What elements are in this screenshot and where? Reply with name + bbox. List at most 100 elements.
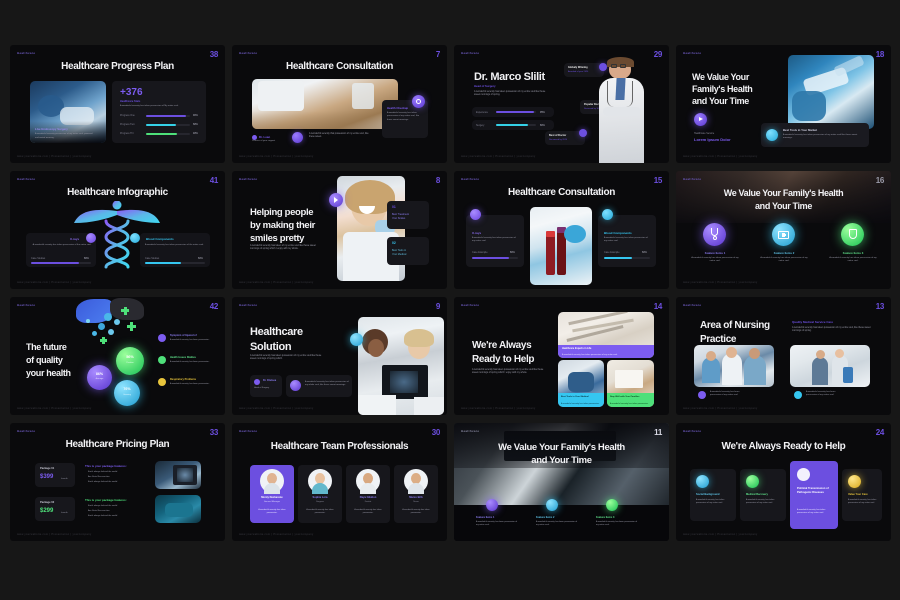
slide-footer: www.yourwebsite.com | Presentation | you… <box>683 533 758 536</box>
slide-thumbnail-2[interactable]: Healthcare 7 Healthcare Consultation Hea… <box>232 45 447 163</box>
instruments-photo-card: Healthcare Experts in Life A wonderful s… <box>558 312 654 358</box>
stat-body: A wonderful serenity has taken possessio… <box>120 105 179 107</box>
couple-photo <box>790 345 870 387</box>
team-member-card[interactable]: Raya Odalion Dentist A wonderful serenit… <box>346 465 390 523</box>
feature-body: A wonderful serenity has taken possessio… <box>691 257 739 263</box>
help-card-featured[interactable]: Political Transmission of Pathogenic Dis… <box>790 461 838 529</box>
stethoscope-icon <box>703 223 726 246</box>
team-member-card[interactable]: Sophie Lora Surgeon A wonderful serenity… <box>298 465 342 523</box>
slide-thumbnail-4[interactable]: Healthcare 18 We Value Your Family's Hea… <box>676 45 891 163</box>
card-title: Best Tools in Your Medical <box>561 396 589 398</box>
bar-pct: 48% <box>193 132 198 135</box>
help-card[interactable]: Value Your Care A wonderful serenity has… <box>842 469 882 521</box>
card-title: Value Your Care <box>848 493 868 496</box>
feature-item: Are Stats Recourcities <box>88 510 110 512</box>
left-node-icon <box>86 233 96 243</box>
bar-label: Case Example <box>604 251 620 254</box>
badge-title: Globaly Winning <box>568 66 588 69</box>
stat-value: Lorem Ipsum Dolor <box>694 137 731 142</box>
slide-footer: www.yourwebsite.com | Presentation | you… <box>683 407 758 410</box>
caption-text: A wonderful serenity has been possession… <box>806 391 836 397</box>
nurses-photo <box>694 345 774 387</box>
slide-thumbnail-14[interactable]: Healthcare 30 Healthcare Team Profession… <box>232 423 447 541</box>
member-name: Marco Brib <box>409 496 423 499</box>
slide-thumbnail-9[interactable]: Healthcare 42 The future of quality your… <box>10 297 225 415</box>
slide-thumbnail-11[interactable]: Healthcare 14 We're Always Ready to Help… <box>454 297 669 415</box>
brand-tag: Healthcare <box>17 177 36 181</box>
brand-tag: Healthcare <box>461 177 480 181</box>
team-member-card[interactable]: Monty Declareste General Manager A wonde… <box>250 465 294 523</box>
legend-body: A wonderful serenity has been possession… <box>170 383 210 385</box>
avatar <box>308 469 332 494</box>
help-card[interactable]: Medical Recovery A wonderful serenity ha… <box>740 469 786 521</box>
caption-text: A wonderful serenity has been possession… <box>710 391 740 397</box>
slide-footer: www.yourwebsite.com | Presentation | you… <box>683 281 758 284</box>
page-title: We Value Your Family's Health and Your T… <box>498 442 625 467</box>
page-title: The future of quality your health <box>26 342 71 379</box>
legend-body: A wonderful serenity has been possession… <box>170 361 210 363</box>
right-node-icon <box>130 233 140 243</box>
blood-card: Blood Components A wonderful serenity ha… <box>140 233 210 267</box>
badge-title: Best of Doctor <box>549 134 567 137</box>
photo-overlay-body: A wonderful serenity possession of my en… <box>35 133 93 139</box>
percent-bubble: 86% Average <box>87 365 112 390</box>
slide-thumbnail-13[interactable]: Healthcare 33 Healthcare Pricing Plan Pa… <box>10 423 225 541</box>
card-icon <box>696 475 709 488</box>
legend-dot <box>158 356 166 364</box>
card-body: A wonderful serenity has taken possessio… <box>848 499 877 505</box>
feature-item: 02 Best Tools in Your Medical <box>387 237 429 265</box>
feature-body: A wonderful serenity has been possession… <box>536 521 578 527</box>
slide-thumbnail-8[interactable]: Healthcare 16 We Value Your Family's Hea… <box>676 171 891 289</box>
slide-thumbnail-6[interactable]: Healthcare 8 Helping people by making th… <box>232 171 447 289</box>
slide-thumbnail-15[interactable]: Healthcare 11 We Value Your Family's Hea… <box>454 423 669 541</box>
slide-thumbnail-16[interactable]: Healthcare 24 We're Always Ready to Help… <box>676 423 891 541</box>
brand-tag: Healthcare <box>683 51 702 55</box>
bubble-pct: 76% <box>123 387 131 391</box>
slide-thumbnail-3[interactable]: Healthcare 29 Dr. Marco Slilit Head of S… <box>454 45 669 163</box>
xrays-card: X-rays A wonderful serenity has taken po… <box>466 215 524 267</box>
member-name: Monty Declareste <box>261 496 283 499</box>
badge-dot-icon <box>579 129 587 137</box>
brand-tag: Healthcare <box>17 51 36 55</box>
medical-kit-icon <box>772 223 795 246</box>
page-title: Healthcare Consultation <box>286 61 393 72</box>
package-label: Package 01 <box>40 467 55 470</box>
feature-body: A wonderful serenity has been possession… <box>596 521 638 527</box>
skill-bar-row: Experience 95% <box>472 107 554 117</box>
slide-thumbnail-12[interactable]: Healthcare 13 Area of Nursing Practice Q… <box>676 297 891 415</box>
slide-thumbnail-10[interactable]: Healthcare 9 Healthcare Solution A wonde… <box>232 297 447 415</box>
price-value: $399 <box>40 474 54 480</box>
doctor-chip-card: Dr. Chelsea Head of Surgery <box>250 375 282 397</box>
price-value: $299 <box>40 508 54 514</box>
bubble-pct: 86% <box>95 372 104 376</box>
feature-body: A wonderful serenity has taken possessio… <box>760 257 808 263</box>
slide-thumbnail-1[interactable]: Healthcare 38 Healthcare Progress Plan L… <box>10 45 225 163</box>
card-icon <box>602 209 613 220</box>
card-body: A wonderful serenity has taken possessio… <box>797 509 826 515</box>
member-role: Surgeon <box>316 501 324 503</box>
slide-footer: www.yourwebsite.com | Presentation | you… <box>17 533 92 536</box>
feature-title: Feature Items 1 <box>476 516 495 519</box>
caption-dot <box>698 391 706 399</box>
help-card[interactable]: Social Background A wonderful serenity h… <box>690 469 736 521</box>
legend-title: Health Issues Diabtes <box>170 356 196 359</box>
badge-icon <box>412 95 425 108</box>
bubble-label: Average <box>95 378 104 380</box>
card-body: A wonderful serenity has taken possessio… <box>387 112 420 121</box>
team-member-card[interactable]: Marco Brib Nurse A wonderful serenity ha… <box>394 465 438 523</box>
photo-overlay-title: Live Endoscopy Surgery <box>35 127 68 131</box>
feature-title: Feature Items 2 <box>536 516 555 519</box>
plus-icon <box>292 132 303 143</box>
card-icon <box>746 475 759 488</box>
tools-card: Best Tools in Your Market A wonderful se… <box>761 123 869 147</box>
card-body: A wonderful serenity has taken possessio… <box>145 244 204 246</box>
legend-body: A wonderful serenity has been possession… <box>170 339 210 341</box>
page-title: Healthcare Team Professionals <box>270 441 409 452</box>
brand-tag: Healthcare <box>683 177 702 181</box>
slide-thumbnail-7[interactable]: Healthcare 15 Healthcare Consultation X-… <box>454 171 669 289</box>
slide-thumbnail-grid: Healthcare 38 Healthcare Progress Plan L… <box>10 45 896 555</box>
slide-thumbnail-5[interactable]: Healthcare 41 Healthcare Infographic X-r… <box>10 171 225 289</box>
bar-label: Progress Thr <box>120 132 134 135</box>
doctor-cutout-photo <box>589 57 655 163</box>
note-card: A wonderful serenity has taken possessio… <box>286 375 352 397</box>
